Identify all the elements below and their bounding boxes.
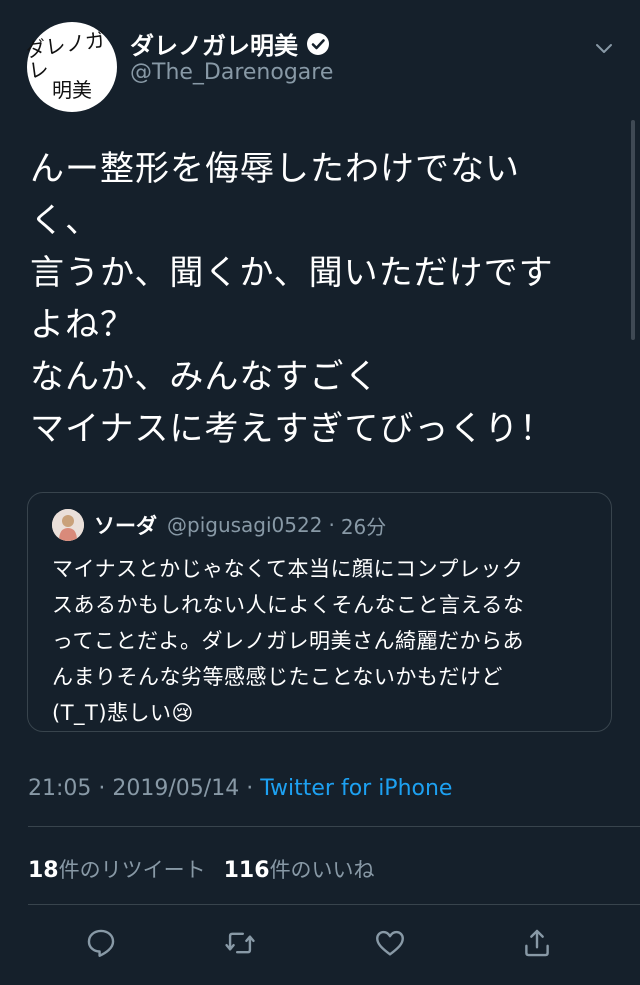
quoted-line: マイナスとかじゃなくて本当に顔にコンプレック xyxy=(52,557,524,581)
avatar-text-line1: ダレノガレ xyxy=(24,26,107,83)
quoted-tweet[interactable]: ソーダ @pigusagi0522 · 26分 マイナスとかじゃなくて本当に顔に… xyxy=(27,492,612,732)
chevron-down-icon[interactable] xyxy=(592,36,616,60)
divider xyxy=(28,904,640,905)
retweets-label: 件のリツイート xyxy=(58,858,206,882)
separator-dot: · xyxy=(246,776,254,801)
tweet-meta: 21:05 · 2019/05/14 · Twitter for iPhone xyxy=(28,776,452,801)
quoted-tweet-text: マイナスとかじゃなくて本当に顔にコンプレック スあるかもしれない人によくそんなこ… xyxy=(52,551,592,731)
likes-count: 116 xyxy=(223,858,270,883)
author-handle[interactable]: @The_Darenogare xyxy=(130,60,333,85)
quoted-line: (T_T)悲しい😢 xyxy=(52,701,194,725)
tweet-date: 2019/05/14 xyxy=(112,776,240,801)
likes-stat[interactable]: 116件のいいね xyxy=(224,854,375,884)
tweet-stats: 18件のリツイート 116件のいいね xyxy=(28,854,375,884)
retweets-stat[interactable]: 18件のリツイート xyxy=(28,854,206,884)
retweet-button[interactable] xyxy=(220,920,260,966)
separator-dot: · xyxy=(328,513,335,537)
tweet-line: んー整形を侮辱したわけでない xyxy=(30,149,520,189)
reply-button[interactable] xyxy=(81,920,121,966)
tweet-text: んー整形を侮辱したわけでない く、 言うか、聞くか、聞いただけです よね？ なん… xyxy=(30,143,620,455)
quoted-line: んまりそんな劣等感感じたことないかもだけど xyxy=(52,665,503,689)
share-button[interactable] xyxy=(517,920,557,966)
retweet-icon xyxy=(225,932,255,954)
quoted-author-name[interactable]: ソーダ xyxy=(94,510,157,540)
tweet-line: よね？ xyxy=(30,305,135,345)
tweet-source-link[interactable]: Twitter for iPhone xyxy=(260,776,452,801)
tweet-header: ダレノガレ 明美 ダレノガレ明美 @The_Darenogare xyxy=(0,0,640,120)
separator-dot: · xyxy=(98,776,106,801)
action-bar xyxy=(0,920,640,970)
like-button[interactable] xyxy=(370,920,410,966)
quoted-tweet-header: ソーダ @pigusagi0522 · 26分 xyxy=(52,509,386,541)
quoted-author-avatar[interactable] xyxy=(52,509,84,541)
tweet-line: 言うか、聞くか、聞いただけです xyxy=(30,253,554,293)
divider xyxy=(28,826,640,827)
author-avatar[interactable]: ダレノガレ 明美 xyxy=(24,22,117,112)
quoted-line: スあるかもしれない人によくそんなこと言えるな xyxy=(52,593,525,617)
quoted-tweet-time: 26分 xyxy=(340,514,387,539)
quoted-line: ってことだよ。ダレノガレ明美さん綺麗だからあ xyxy=(52,629,524,653)
quoted-avatar-image xyxy=(52,509,84,541)
verified-badge-icon xyxy=(307,32,329,55)
avatar-text-line2: 明美 xyxy=(52,77,92,102)
heart-icon xyxy=(376,930,404,956)
tweet-line: なんか、みんなすごく xyxy=(30,357,380,397)
tweet-line: く、 xyxy=(30,201,100,241)
author-name[interactable]: ダレノガレ明美 xyxy=(130,26,298,61)
tweet-line: マイナスに考えすぎてびっくり！ xyxy=(30,409,555,449)
tweet-time: 21:05 xyxy=(28,776,92,801)
reply-icon xyxy=(87,929,115,957)
retweets-count: 18 xyxy=(28,858,59,883)
author-name-row[interactable]: ダレノガレ明美 xyxy=(130,26,330,61)
likes-label: 件のいいね xyxy=(269,858,375,882)
quoted-author-handle: @pigusagi0522 xyxy=(167,513,323,537)
scrollbar[interactable] xyxy=(631,120,635,340)
share-icon xyxy=(525,929,549,957)
